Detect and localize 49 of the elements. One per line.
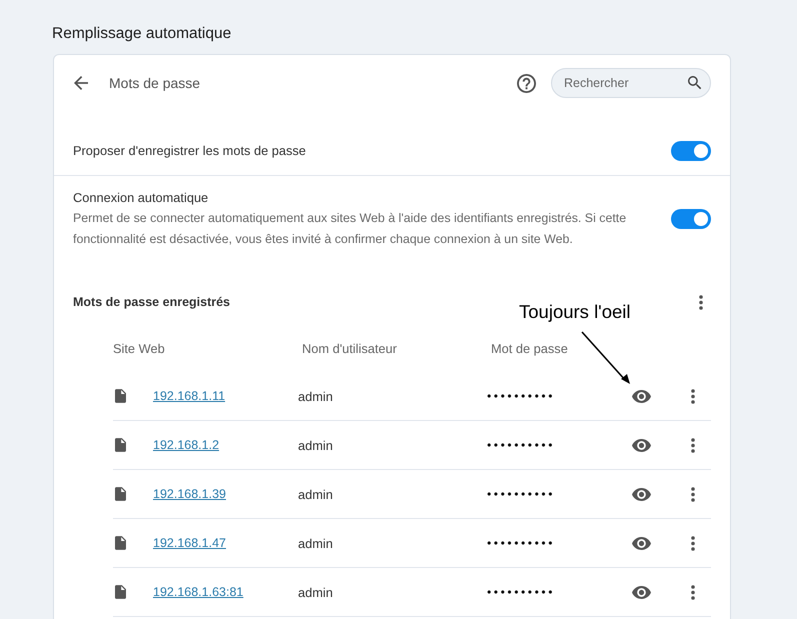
toggle-switch[interactable] <box>671 208 711 228</box>
site-link[interactable]: 192.168.1.63:81 <box>153 585 244 599</box>
annotation-text: Toujours l'oeil <box>519 301 631 323</box>
site-link[interactable]: 192.168.1.39 <box>153 487 226 501</box>
username-cell: admin <box>298 584 333 600</box>
search-field[interactable]: Rechercher <box>551 68 711 98</box>
toggle-switch[interactable] <box>671 140 711 160</box>
page-title: Remplissage automatique <box>52 24 232 44</box>
eye-icon <box>632 438 650 452</box>
eye-icon <box>632 390 650 402</box>
masked-password: •••••••••• <box>487 585 556 599</box>
file-icon <box>115 536 126 550</box>
username-cell: admin <box>298 388 333 404</box>
search-icon <box>688 76 702 90</box>
setting-label: Proposer d'enregistrer les mots de passe <box>73 142 306 160</box>
file-icon <box>115 438 126 452</box>
site-link[interactable]: 192.168.1.2 <box>153 438 220 452</box>
setting-description: Permet de se connecter automatiquement aux sites Web à l'aide des identifiants enregistrés. Si cette fonctionnalité est désactivée, vous êtes invité à confirmer chaque connexion à un site Web. <box>73 210 628 248</box>
annotation-arrow <box>580 331 632 385</box>
kebab-menu-icon <box>699 294 703 310</box>
file-icon <box>115 389 126 403</box>
help-button[interactable] <box>515 72 537 94</box>
username-cell: admin <box>298 438 333 452</box>
kebab-menu-icon <box>691 438 695 452</box>
column-header: Nom d'utilisateur <box>302 340 397 356</box>
site-link[interactable]: 192.168.1.11 <box>153 389 226 403</box>
eye-icon <box>632 586 650 598</box>
kebab-menu-icon <box>691 584 695 600</box>
eye-icon <box>632 488 650 500</box>
masked-password: •••••••••• <box>487 487 556 501</box>
column-header: Site Web <box>113 340 165 356</box>
file-icon <box>115 487 126 501</box>
back-arrow-icon <box>74 76 88 90</box>
saved-passwords-title: Mots de passe enregistrés <box>73 295 230 309</box>
section-title: Mots de passe <box>109 75 200 91</box>
column-header: Mot de passe <box>491 340 568 356</box>
masked-password: •••••••••• <box>487 536 556 550</box>
masked-password: •••••••••• <box>487 389 556 403</box>
username-cell: admin <box>298 486 333 502</box>
eye-icon <box>632 536 650 550</box>
masked-password: •••••••••• <box>487 438 556 452</box>
username-cell: admin <box>298 536 333 550</box>
site-link[interactable]: 192.168.1.47 <box>153 536 226 550</box>
kebab-menu-icon <box>691 536 695 550</box>
kebab-menu-icon <box>691 388 695 404</box>
setting-label: Connexion automatique <box>73 189 208 207</box>
kebab-menu-icon <box>691 486 695 502</box>
file-icon <box>115 585 126 599</box>
help-icon <box>516 74 536 92</box>
